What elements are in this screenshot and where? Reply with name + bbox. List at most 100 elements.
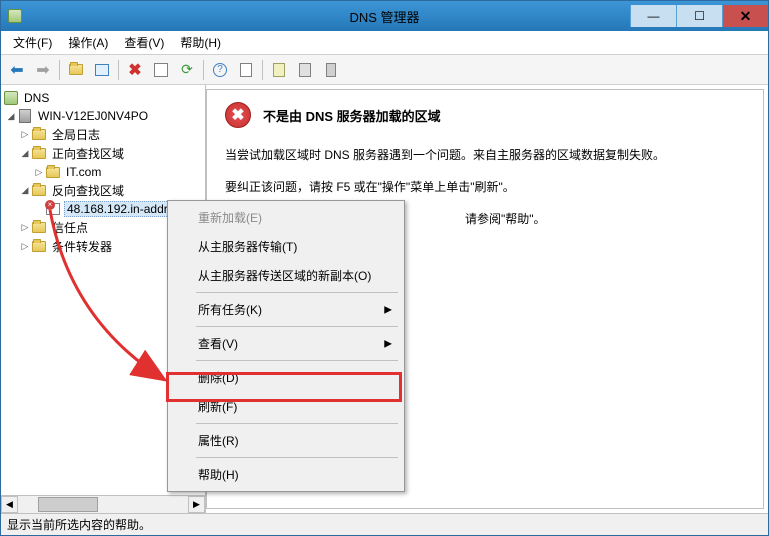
server-icon bbox=[326, 63, 336, 77]
ctx-separator bbox=[196, 326, 398, 327]
tree-forward-zones[interactable]: ◢ 正向查找区域 bbox=[1, 144, 205, 163]
tree-label: 条件转发器 bbox=[50, 238, 114, 255]
collapse-icon[interactable]: ◢ bbox=[5, 110, 17, 122]
error-message-1: 当尝试加载区域时 DNS 服务器遇到一个问题。来自主服务器的区域数据复制失败。 bbox=[225, 146, 745, 164]
folder-icon bbox=[69, 64, 83, 75]
error-message-3: 请参阅"帮助"。 bbox=[465, 210, 745, 228]
collapse-icon[interactable]: ◢ bbox=[19, 148, 31, 160]
tree-label: 信任点 bbox=[50, 219, 90, 236]
window-title: DNS 管理器 bbox=[349, 7, 419, 26]
ctx-reload[interactable]: 重新加载(E) bbox=[170, 203, 402, 232]
tree-label: DNS bbox=[22, 91, 51, 105]
menu-action[interactable]: 操作(A) bbox=[60, 32, 116, 53]
ctx-help[interactable]: 帮助(H) bbox=[170, 460, 402, 489]
tree-label: 反向查找区域 bbox=[50, 182, 126, 199]
arrow-right-icon: ➡ bbox=[36, 60, 49, 80]
ctx-separator bbox=[196, 360, 398, 361]
expand-icon[interactable]: ▷ bbox=[19, 241, 31, 253]
ctx-separator bbox=[196, 457, 398, 458]
statusbar-text: 显示当前所选内容的帮助。 bbox=[7, 516, 151, 533]
error-message-2: 要纠正该问题，请按 F5 或在"操作"菜单上单击"刷新"。 bbox=[225, 178, 745, 196]
close-button[interactable]: ✕ bbox=[722, 5, 768, 27]
nav-forward-button[interactable]: ➡ bbox=[31, 58, 55, 82]
scroll-thumb[interactable] bbox=[38, 497, 98, 512]
toolbar-button-4[interactable] bbox=[267, 58, 291, 82]
toolbar-separator bbox=[262, 60, 263, 80]
scroll-left-button[interactable]: ◀ bbox=[1, 496, 18, 513]
tree-root-dns[interactable]: DNS bbox=[1, 89, 205, 107]
menubar: 文件(F) 操作(A) 查看(V) 帮助(H) bbox=[1, 31, 768, 55]
expand-icon[interactable]: ▷ bbox=[19, 222, 31, 234]
tree-horizontal-scrollbar[interactable]: ◀ ▶ bbox=[1, 495, 205, 513]
toolbar: ⬅ ➡ ✖ ⟳ ? bbox=[1, 55, 768, 85]
collapse-icon[interactable]: ◢ bbox=[19, 185, 31, 197]
statusbar: 显示当前所选内容的帮助。 bbox=[1, 513, 768, 535]
properties-icon bbox=[154, 63, 168, 77]
expand-icon[interactable]: ▷ bbox=[33, 166, 45, 178]
server-icon bbox=[17, 108, 33, 124]
doc-icon bbox=[240, 63, 252, 77]
refresh-icon: ⟳ bbox=[181, 61, 193, 78]
minimize-button[interactable]: — bbox=[630, 5, 676, 27]
context-menu: 重新加载(E) 从主服务器传输(T) 从主服务器传送区域的新副本(O) 所有任务… bbox=[167, 200, 405, 492]
ctx-transfer-from-master[interactable]: 从主服务器传输(T) bbox=[170, 232, 402, 261]
toolbar-separator bbox=[203, 60, 204, 80]
ctx-refresh[interactable]: 刷新(F) bbox=[170, 392, 402, 421]
folder-icon bbox=[31, 220, 47, 236]
tree-forward-zone-item[interactable]: ▷ IT.com bbox=[1, 163, 205, 181]
maximize-button[interactable]: ☐ bbox=[676, 5, 722, 27]
doc-icon bbox=[299, 63, 311, 77]
delete-icon: ✖ bbox=[128, 60, 141, 80]
tree-server[interactable]: ◢ WIN-V12EJ0NV4PO bbox=[1, 107, 205, 125]
tree-label: IT.com bbox=[64, 165, 103, 179]
error-icon: ✖ bbox=[225, 102, 251, 128]
ctx-separator bbox=[196, 292, 398, 293]
ctx-view[interactable]: 查看(V) ▶ bbox=[170, 329, 402, 358]
menu-file[interactable]: 文件(F) bbox=[5, 32, 60, 53]
nav-back-button[interactable]: ⬅ bbox=[5, 58, 29, 82]
toolbar-button-5[interactable] bbox=[293, 58, 317, 82]
zone-error-icon bbox=[45, 201, 61, 217]
menu-help[interactable]: 帮助(H) bbox=[172, 32, 229, 53]
ctx-delete[interactable]: 删除(D) bbox=[170, 363, 402, 392]
tree-label: 全局日志 bbox=[50, 126, 102, 143]
show-hide-tree-button[interactable] bbox=[64, 58, 88, 82]
folder-icon bbox=[31, 146, 47, 162]
folder-icon bbox=[31, 127, 47, 143]
ctx-label: 所有任务(K) bbox=[198, 303, 262, 317]
tree-global-logs[interactable]: ▷ 全局日志 bbox=[1, 125, 205, 144]
window-icon bbox=[95, 64, 109, 76]
folder-icon bbox=[45, 164, 61, 180]
folder-icon bbox=[31, 183, 47, 199]
doc-icon bbox=[273, 63, 285, 77]
submenu-arrow-icon: ▶ bbox=[384, 338, 392, 349]
folder-icon bbox=[31, 239, 47, 255]
ctx-separator bbox=[196, 423, 398, 424]
properties-button[interactable] bbox=[149, 58, 173, 82]
submenu-arrow-icon: ▶ bbox=[384, 304, 392, 315]
tree-label: 48.168.192.in-addr bbox=[64, 201, 171, 217]
help-button[interactable]: ? bbox=[208, 58, 232, 82]
toolbar-separator bbox=[118, 60, 119, 80]
toolbar-button-6[interactable] bbox=[319, 58, 343, 82]
scroll-right-button[interactable]: ▶ bbox=[188, 496, 205, 513]
refresh-button[interactable]: ⟳ bbox=[175, 58, 199, 82]
titlebar: DNS 管理器 — ☐ ✕ bbox=[1, 1, 768, 31]
expand-icon[interactable]: ▷ bbox=[19, 129, 31, 141]
error-header: ✖ 不是由 DNS 服务器加载的区域 bbox=[225, 102, 745, 128]
help-icon: ? bbox=[213, 63, 227, 77]
menu-view[interactable]: 查看(V) bbox=[116, 32, 172, 53]
toolbar-button-3[interactable] bbox=[234, 58, 258, 82]
ctx-label: 查看(V) bbox=[198, 337, 238, 351]
ctx-properties[interactable]: 属性(R) bbox=[170, 426, 402, 455]
ctx-new-copy-from-master[interactable]: 从主服务器传送区域的新副本(O) bbox=[170, 261, 402, 290]
error-title: 不是由 DNS 服务器加载的区域 bbox=[263, 106, 441, 125]
window-controls: — ☐ ✕ bbox=[630, 5, 768, 27]
toolbar-button-2[interactable] bbox=[90, 58, 114, 82]
tree-label: 正向查找区域 bbox=[50, 145, 126, 162]
dns-icon bbox=[3, 90, 19, 106]
delete-button[interactable]: ✖ bbox=[123, 58, 147, 82]
ctx-all-tasks[interactable]: 所有任务(K) ▶ bbox=[170, 295, 402, 324]
arrow-left-icon: ⬅ bbox=[10, 60, 23, 80]
tree-reverse-zones[interactable]: ◢ 反向查找区域 bbox=[1, 181, 205, 200]
